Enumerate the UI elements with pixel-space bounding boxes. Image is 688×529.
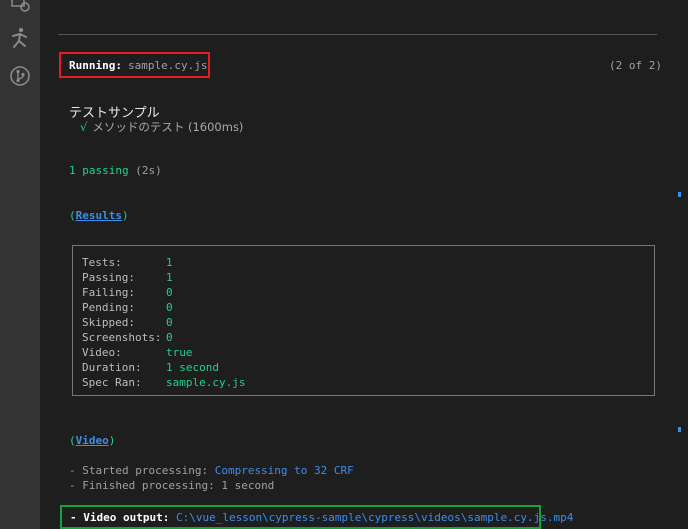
source-control-icon[interactable] [8,64,32,88]
result-value: sample.cy.js [166,376,246,389]
result-key: Tests: [82,256,122,269]
passing-duration: (2s) [135,164,162,177]
result-key: Screenshots: [82,331,162,344]
video-heading: (Video) [69,434,116,447]
finished-label: - Finished processing: [69,479,215,492]
test-name: メソッドのテスト [92,120,185,134]
test-result-line: √ メソッドのテスト (1600ms) [80,119,243,135]
result-value: 0 [166,286,173,299]
results-heading: (Results) [69,209,129,222]
output-label: - Video output: [70,510,170,524]
results-heading-link[interactable]: Results [76,209,122,222]
results-table: Tests: 1 Passing: 1 Failing: 0 Pending: 0 Sk… [72,245,655,396]
result-value: 1 second [166,361,219,374]
result-key: Duration: [82,361,142,374]
result-value: 1 [166,256,173,269]
terminal-panel[interactable]: Running: sample.cy.js (2 of 2) テストサンプル √… [40,0,688,529]
started-value: Compressing to 32 CRF [214,464,354,477]
test-duration: (1600ms) [187,120,244,134]
results-row: Passing: 1 [82,270,654,285]
results-row: Failing: 0 [82,285,654,300]
results-row: Video: true [82,345,654,360]
running-header: Running: sample.cy.js [59,52,210,78]
output-path[interactable]: C:\vue_lesson\cypress-sample\cypress\vid… [176,511,573,524]
video-started-line: - Started processing: Compressing to 32 … [69,464,354,477]
finished-value: 1 second [221,479,275,492]
result-key: Passing: [82,271,135,284]
started-label: - Started processing: [69,464,209,477]
spec-count: (2 of 2) [609,59,662,72]
result-key: Video: [82,346,122,359]
check-icon: √ [80,120,88,134]
remote-explorer-icon[interactable] [8,0,32,16]
video-heading-link[interactable]: Video [76,434,109,447]
passing-count: 1 passing [69,164,129,177]
running-label: Running: [69,58,122,72]
results-row: Duration: 1 second [82,360,654,375]
results-row: Pending: 0 [82,300,654,315]
result-key: Failing: [82,286,135,299]
run-debug-icon[interactable] [8,26,32,50]
result-value: 0 [166,301,173,314]
result-key: Skipped: [82,316,135,329]
scroll-marker [678,192,681,197]
passing-summary: 1 passing (2s) [69,164,162,177]
result-key: Pending: [82,301,135,314]
results-row: Spec Ran: sample.cy.js [82,375,654,390]
scroll-marker [678,427,681,432]
result-value: 0 [166,316,173,329]
video-output-line: - Video output: C:\vue_lesson\cypress-sa… [60,505,573,529]
results-row: Screenshots: 0 [82,330,654,345]
results-row: Skipped: 0 [82,315,654,330]
result-key: Spec Ran: [82,376,142,389]
result-value: true [166,346,193,359]
results-row: Tests: 1 [82,255,654,270]
running-spec: sample.cy.js [127,58,208,72]
video-finished-line: - Finished processing: 1 second [69,479,274,492]
result-value: 0 [166,331,173,344]
result-value: 1 [166,271,173,284]
separator-line [58,34,657,35]
activity-bar [0,0,40,529]
